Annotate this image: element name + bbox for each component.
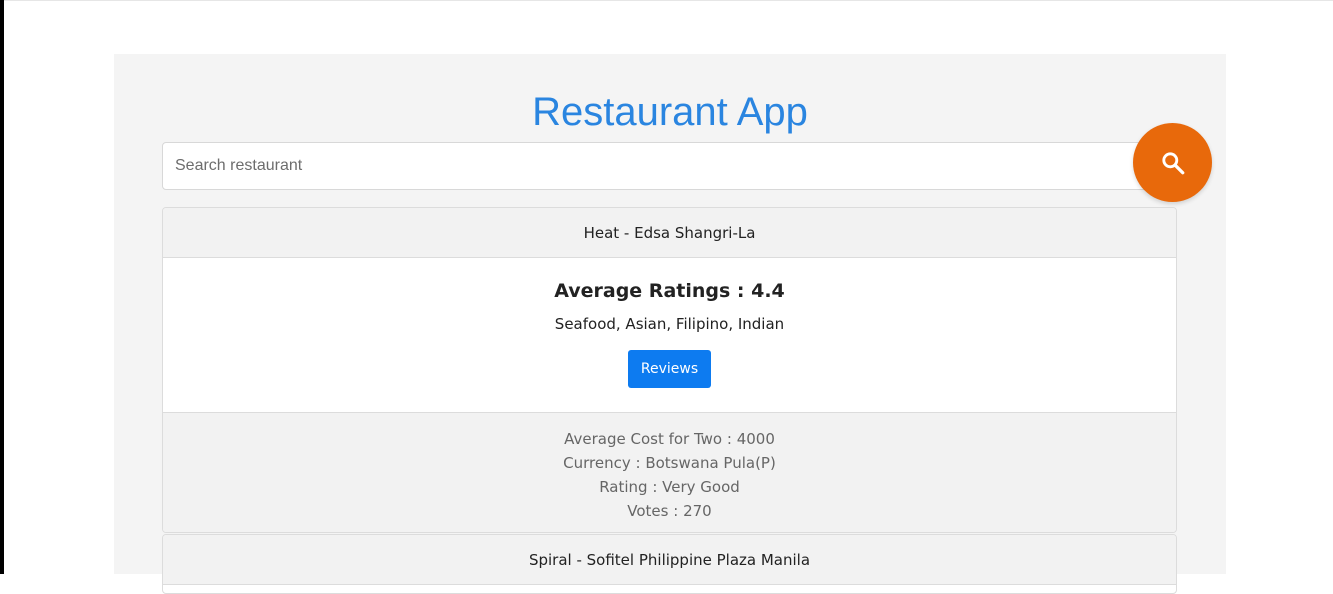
search-icon [1161,151,1184,174]
average-ratings: Average Ratings : 4.4 [554,280,785,302]
window-left-border [0,0,4,574]
search-input[interactable] [162,142,1177,190]
restaurant-card: Spiral - Sofitel Philippine Plaza Manila [162,534,1177,594]
votes: Votes : 270 [627,502,712,520]
app-container: Restaurant App Heat - Edsa Shangri-La Av… [114,54,1226,594]
rating-text: Rating : Very Good [599,478,740,496]
restaurant-name: Spiral - Sofitel Philippine Plaza Manila [163,535,1176,585]
app-title: Restaurant App [532,90,808,134]
restaurant-card-body: Average Ratings : 4.4 Seafood, Asian, Fi… [163,258,1176,412]
cuisines: Seafood, Asian, Filipino, Indian [554,315,785,333]
window-top-border [0,0,1333,1]
currency: Currency : Botswana Pula(P) [563,454,776,472]
restaurant-name: Heat - Edsa Shangri-La [163,208,1176,258]
restaurant-card-footer: Average Cost for Two : 4000 Currency : B… [163,412,1176,532]
search-button[interactable] [1133,123,1212,202]
reviews-button[interactable]: Reviews [628,350,711,388]
average-cost-for-two: Average Cost for Two : 4000 [564,430,775,448]
restaurant-card: Heat - Edsa Shangri-La Average Ratings :… [162,207,1177,533]
